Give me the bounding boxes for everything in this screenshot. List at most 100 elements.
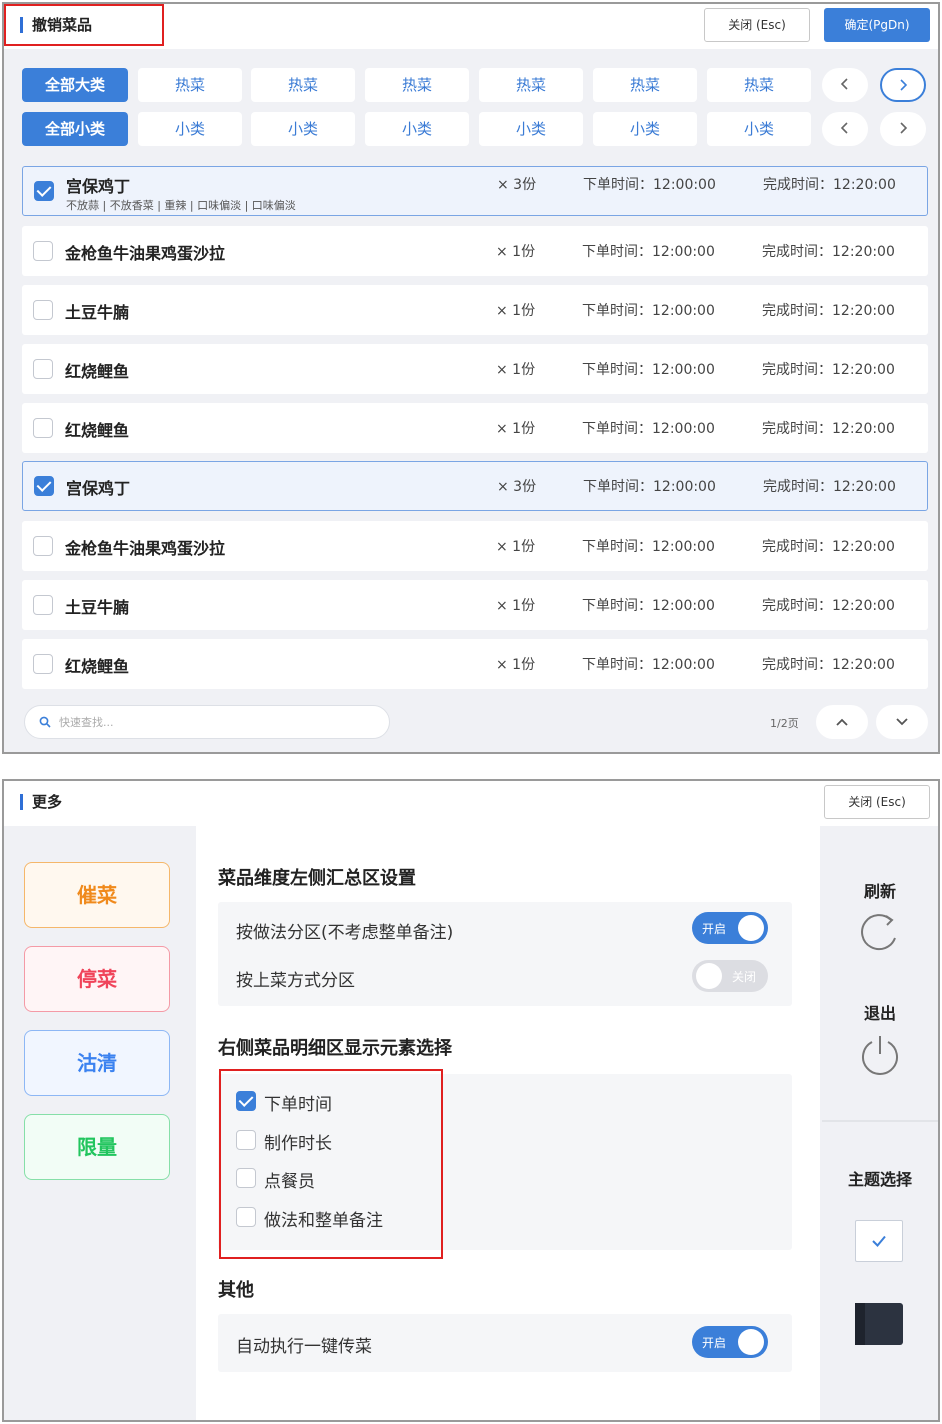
dish-qty: × 3份 <box>497 177 537 193</box>
search-input[interactable] <box>59 712 369 732</box>
rush-dish-button[interactable]: 催菜 <box>24 862 170 928</box>
page-up-button[interactable] <box>816 705 868 739</box>
category-item[interactable]: 热菜 <box>365 68 469 102</box>
chevron-left-icon <box>840 78 848 90</box>
dish-row[interactable]: 红烧鲤鱼 × 1份 下单时间：12:00:00 完成时间：12:20:00 <box>22 344 928 394</box>
dish-checkbox[interactable] <box>33 359 53 379</box>
theme-dark-option[interactable] <box>855 1303 903 1345</box>
sold-out-button[interactable]: 沽清 <box>24 1030 170 1096</box>
dish-note: 不放蒜 | 不放香菜 | 重辣 | 口味偏淡 | 口味偏淡 <box>66 199 296 212</box>
finish-time: 完成时间：12:20:00 <box>762 244 895 260</box>
section-title: 其他 <box>218 1280 254 1301</box>
dish-qty: × 1份 <box>496 303 536 319</box>
dialog-title-text: 更多 <box>32 793 63 811</box>
dish-checkbox[interactable] <box>33 536 53 556</box>
finish-time: 完成时间：12:20:00 <box>762 362 895 378</box>
small-category-next-button[interactable] <box>880 112 926 146</box>
big-category-next-button[interactable] <box>880 68 926 102</box>
exit-label: 退出 <box>863 1004 896 1023</box>
category-item[interactable]: 热菜 <box>593 68 697 102</box>
dish-checkbox[interactable] <box>33 595 53 615</box>
theme-label: 主题选择 <box>847 1170 912 1189</box>
settings-content: 菜品维度左侧汇总区设置 按做法分区(不考虑整单备注) 开启 按上菜方式分区 关闭… <box>196 826 820 1420</box>
order-time: 下单时间：12:00:00 <box>583 479 716 495</box>
toggle-switch[interactable]: 开启 <box>692 1326 768 1358</box>
subcategory-item[interactable]: 小类 <box>138 112 242 146</box>
dish-row[interactable]: 红烧鲤鱼 × 1份 下单时间：12:00:00 完成时间：12:20:00 <box>22 639 928 689</box>
theme-light-option[interactable] <box>855 1220 903 1262</box>
order-time: 下单时间：12:00:00 <box>582 657 715 673</box>
dish-qty: × 1份 <box>496 362 536 378</box>
page-indicator: 1/2页 <box>770 717 799 730</box>
dish-checkbox[interactable] <box>33 241 53 261</box>
finish-time: 完成时间：12:20:00 <box>762 539 895 555</box>
finish-time: 完成时间：12:20:00 <box>762 421 895 437</box>
subcategory-item[interactable]: 小类 <box>251 112 355 146</box>
dish-qty: × 1份 <box>496 539 536 555</box>
stop-dish-button[interactable]: 停菜 <box>24 946 170 1012</box>
dialog-header: 撤销菜品 关闭 (Esc) 确定(PgDn) <box>4 4 938 49</box>
dish-checkbox[interactable] <box>33 418 53 438</box>
close-button[interactable]: 关闭 (Esc) <box>824 785 930 819</box>
small-category-prev-button[interactable] <box>822 112 868 146</box>
category-item[interactable]: 热菜 <box>707 68 811 102</box>
subcategory-item[interactable]: 小类 <box>707 112 811 146</box>
dish-checkbox[interactable] <box>33 300 53 320</box>
chevron-left-icon <box>840 122 848 134</box>
other-settings-card: 自动执行一键传菜 开启 <box>218 1314 792 1372</box>
category-all-big[interactable]: 全部大类 <box>22 68 128 102</box>
search-box[interactable] <box>24 705 390 739</box>
more-dialog: 更多 关闭 (Esc) 催菜 停菜 沽清 限量 菜品维度左侧汇总区设置 按做法分… <box>2 779 940 1422</box>
dish-row[interactable]: 宫保鸡丁 × 3份 下单时间：12:00:00 完成时间：12:20:00 <box>22 461 928 511</box>
dish-row[interactable]: 土豆牛腩 × 1份 下单时间：12:00:00 完成时间：12:20:00 <box>22 580 928 630</box>
category-all-small[interactable]: 全部小类 <box>22 112 128 146</box>
confirm-button[interactable]: 确定(PgDn) <box>824 8 930 42</box>
dish-row[interactable]: 金枪鱼牛油果鸡蛋沙拉 × 1份 下单时间：12:00:00 完成时间：12:20… <box>22 521 928 571</box>
dish-name: 红烧鲤鱼 <box>65 421 130 440</box>
right-action-column: 刷新 退出 主题选择 <box>822 826 938 1420</box>
dish-row[interactable]: 土豆牛腩 × 1份 下单时间：12:00:00 完成时间：12:20:00 <box>22 285 928 335</box>
refresh-icon[interactable] <box>857 910 903 956</box>
toggle-label: 关闭 <box>731 970 756 984</box>
order-time: 下单时间：12:00:00 <box>582 362 715 378</box>
summary-settings-card: 按做法分区(不考虑整单备注) 开启 按上菜方式分区 关闭 <box>218 902 792 1006</box>
dish-name: 红烧鲤鱼 <box>65 657 130 676</box>
finish-time: 完成时间：12:20:00 <box>763 479 896 495</box>
dish-checkbox[interactable] <box>33 654 53 674</box>
category-item[interactable]: 热菜 <box>251 68 355 102</box>
close-button[interactable]: 关闭 (Esc) <box>704 8 810 42</box>
chevron-right-icon <box>900 122 908 134</box>
dish-name: 宫保鸡丁 <box>66 177 131 196</box>
limit-quantity-button[interactable]: 限量 <box>24 1114 170 1180</box>
dish-qty: × 1份 <box>496 657 536 673</box>
order-time: 下单时间：12:00:00 <box>583 177 716 193</box>
divider <box>822 1120 938 1122</box>
subcategory-item[interactable]: 小类 <box>479 112 583 146</box>
dish-name: 宫保鸡丁 <box>66 479 131 498</box>
big-category-prev-button[interactable] <box>822 68 868 102</box>
dish-checkbox[interactable] <box>34 181 54 201</box>
toggle-switch[interactable]: 关闭 <box>692 960 768 992</box>
option-label: 按做法分区(不考虑整单备注) <box>236 923 454 943</box>
dish-qty: × 3份 <box>497 479 537 495</box>
dish-row[interactable]: 红烧鲤鱼 × 1份 下单时间：12:00:00 完成时间：12:20:00 <box>22 403 928 453</box>
dish-row[interactable]: 宫保鸡丁 不放蒜 | 不放香菜 | 重辣 | 口味偏淡 | 口味偏淡 × 3份 … <box>22 166 928 216</box>
subcategory-item[interactable]: 小类 <box>365 112 469 146</box>
dish-row[interactable]: 金枪鱼牛油果鸡蛋沙拉 × 1份 下单时间：12:00:00 完成时间：12:20… <box>22 226 928 276</box>
power-icon[interactable] <box>857 1032 903 1078</box>
dish-checkbox[interactable] <box>34 476 54 496</box>
category-item[interactable]: 热菜 <box>138 68 242 102</box>
order-time: 下单时间：12:00:00 <box>582 244 715 260</box>
option-label: 自动执行一键传菜 <box>236 1337 372 1357</box>
toggle-switch[interactable]: 开启 <box>692 912 768 944</box>
cancel-dish-dialog: 撤销菜品 关闭 (Esc) 确定(PgDn) 全部大类 热菜 热菜 热菜 热菜 … <box>2 2 940 754</box>
toggle-knob <box>696 963 722 989</box>
toggle-label: 开启 <box>702 1336 727 1350</box>
toggle-knob <box>738 1329 764 1355</box>
page-down-button[interactable] <box>876 705 928 739</box>
order-time: 下单时间：12:00:00 <box>582 539 715 555</box>
category-item[interactable]: 热菜 <box>479 68 583 102</box>
section-title: 菜品维度左侧汇总区设置 <box>218 868 416 889</box>
subcategory-item[interactable]: 小类 <box>593 112 697 146</box>
search-icon <box>39 716 51 728</box>
